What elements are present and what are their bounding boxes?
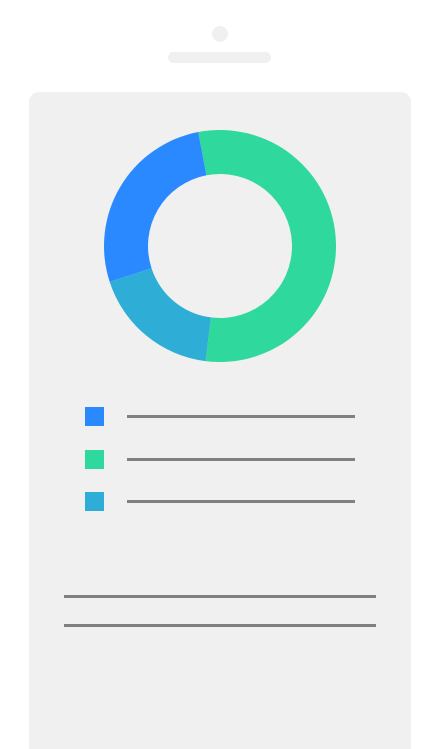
donut-slice-2 xyxy=(198,130,336,362)
legend-text-placeholder-2 xyxy=(127,458,355,461)
phone-frame xyxy=(0,0,439,749)
speaker-icon xyxy=(168,52,271,63)
donut-slice-1 xyxy=(104,132,207,282)
legend-item-2 xyxy=(85,450,355,470)
donut-slice-3 xyxy=(109,268,211,362)
legend-item-3 xyxy=(85,492,355,512)
footer-line-1 xyxy=(64,595,376,598)
donut-chart xyxy=(104,130,336,362)
legend-text-placeholder-3 xyxy=(127,500,355,503)
footer-line-2 xyxy=(64,624,376,627)
legend-text-placeholder-1 xyxy=(127,415,355,418)
legend-swatch-2 xyxy=(85,450,104,469)
legend-swatch-1 xyxy=(85,407,104,426)
legend-item-1 xyxy=(85,407,355,427)
legend-swatch-3 xyxy=(85,492,104,511)
camera-icon xyxy=(212,26,228,42)
screen xyxy=(29,92,411,749)
